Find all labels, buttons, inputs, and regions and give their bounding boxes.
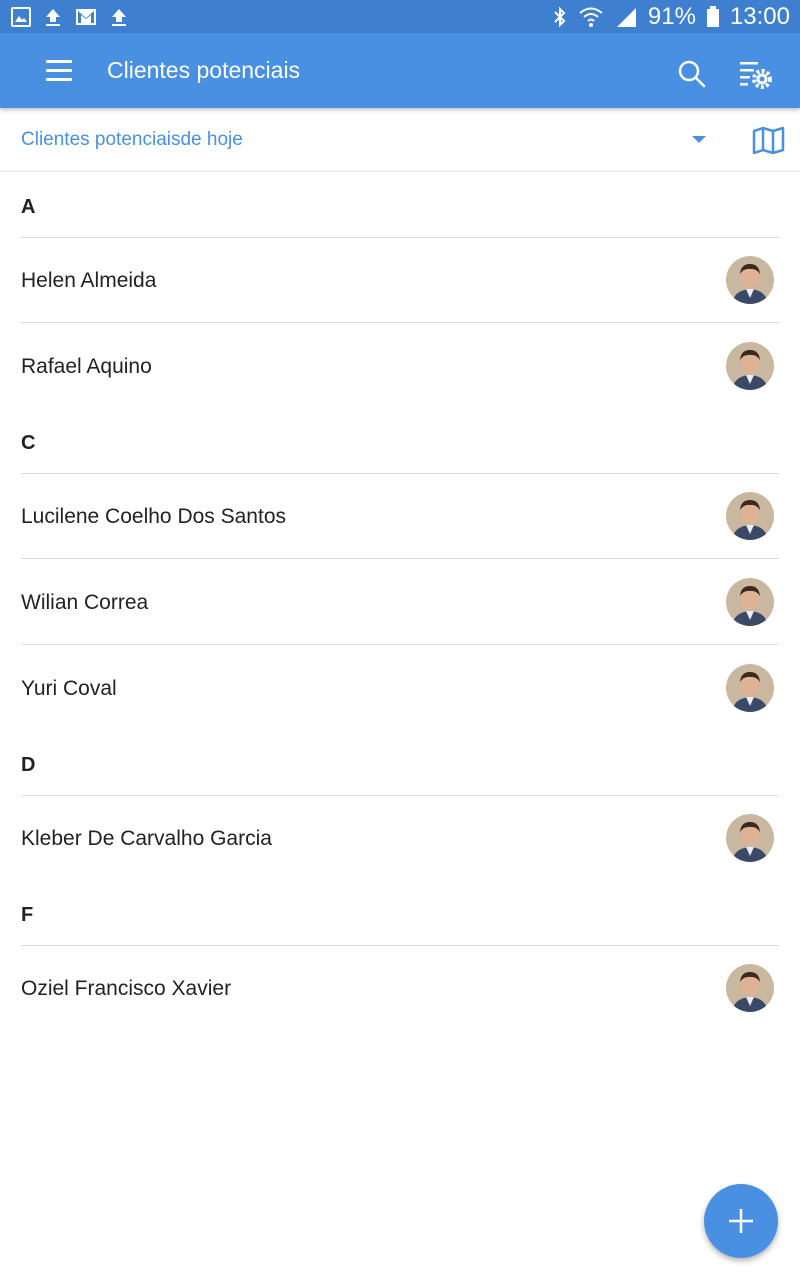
avatar (726, 814, 774, 862)
search-icon[interactable] (675, 57, 709, 91)
contact-name: Lucilene Coelho Dos Santos (21, 505, 287, 528)
image-icon (11, 6, 31, 27)
dropdown-arrow-icon[interactable] (692, 136, 706, 143)
gmail-icon (76, 8, 96, 25)
app-bar: Clientes potenciais (0, 33, 800, 108)
contact-name: Kleber De Carvalho Garcia (21, 827, 272, 850)
add-lead-button[interactable] (704, 1184, 778, 1258)
avatar (726, 492, 774, 540)
battery-icon (706, 5, 719, 27)
signal-icon (616, 7, 636, 27)
section-header: A (21, 196, 36, 218)
divider (21, 558, 779, 559)
bluetooth-icon (554, 6, 566, 27)
menu-icon (46, 78, 72, 81)
filter-settings-icon[interactable] (736, 57, 776, 93)
contact-name: Helen Almeida (21, 269, 157, 292)
section-header: D (21, 754, 36, 776)
page-title: Clientes potenciais (107, 57, 301, 83)
contact-name: Rafael Aquino (21, 355, 152, 378)
clock: 13:00 (729, 2, 790, 30)
menu-button[interactable] (44, 59, 74, 83)
list-item[interactable]: Rafael Aquino (0, 324, 800, 410)
upload-icon (112, 8, 126, 26)
system-icons: 91% 13:00 (552, 3, 790, 31)
avatar (726, 664, 774, 712)
upload-icon (46, 8, 60, 26)
plus-icon (729, 1209, 753, 1233)
avatar (726, 256, 774, 304)
avatar (726, 578, 774, 626)
avatar (726, 964, 774, 1012)
menu-icon (46, 69, 72, 72)
list-item[interactable]: Yuri Coval (0, 646, 800, 732)
list-item[interactable]: Helen Almeida (0, 238, 800, 324)
list-item[interactable]: Oziel Francisco Xavier (0, 946, 800, 1032)
divider (21, 322, 779, 323)
filter-bar: Clientes potenciaisde hoje (0, 108, 800, 172)
section-header: F (21, 904, 34, 926)
battery-percent: 91% (647, 2, 696, 30)
menu-icon (46, 60, 72, 63)
list-item[interactable]: Kleber De Carvalho Garcia (0, 796, 800, 882)
list-item[interactable]: Lucilene Coelho Dos Santos (0, 474, 800, 560)
contact-name: Wilian Correa (21, 591, 149, 614)
contact-name: Oziel Francisco Xavier (21, 977, 232, 1000)
list-item[interactable]: Wilian Correa (0, 560, 800, 646)
notification-icons (10, 6, 130, 28)
map-icon[interactable] (752, 126, 786, 154)
status-bar: 91% 13:00 (0, 0, 800, 33)
contact-name: Yuri Coval (21, 677, 117, 700)
divider (21, 644, 779, 645)
avatar (726, 342, 774, 390)
filter-dropdown[interactable]: Clientes potenciaisde hoje (21, 108, 243, 172)
section-header: C (21, 432, 36, 454)
wifi-icon (579, 7, 603, 27)
